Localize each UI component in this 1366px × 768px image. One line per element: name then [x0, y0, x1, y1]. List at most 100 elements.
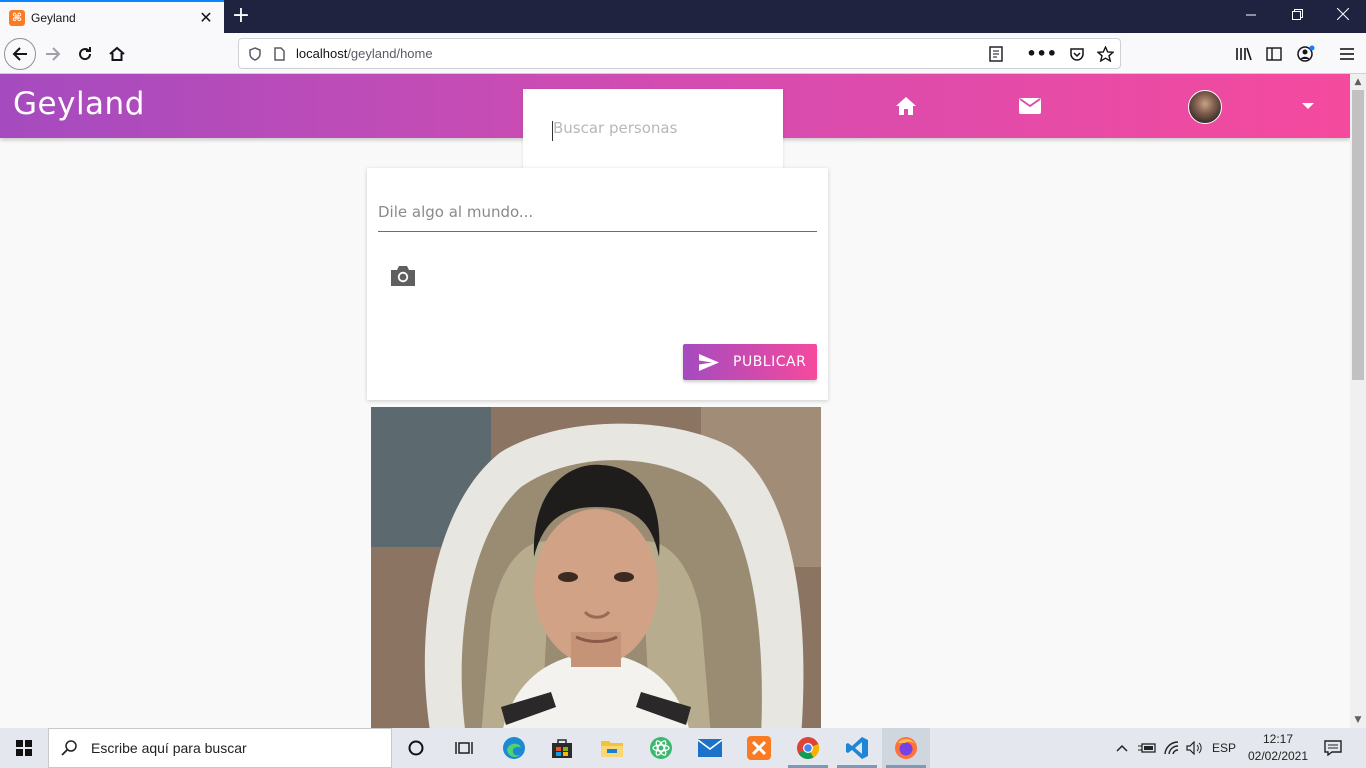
wifi-icon — [1164, 741, 1179, 755]
restore-icon — [1291, 9, 1303, 20]
reload-icon — [79, 47, 92, 61]
account-icon — [1297, 45, 1315, 62]
tab-title: Geyland — [31, 10, 76, 25]
windows-taskbar: Escribe aquí para buscar ESP 12:17 02/02… — [0, 728, 1366, 768]
messages-nav-button[interactable] — [1018, 94, 1042, 118]
notifications-icon — [1324, 740, 1342, 756]
library-button[interactable] — [1227, 38, 1259, 70]
post-composer-card: PUBLICAR — [367, 168, 828, 400]
people-search-box[interactable] — [523, 89, 783, 175]
windows-logo-icon — [16, 740, 32, 756]
url-text: localhost/geyland/home — [296, 46, 433, 61]
firefox-icon — [895, 737, 917, 759]
sidebar-button[interactable] — [1258, 38, 1290, 70]
profile-avatar[interactable] — [1188, 90, 1222, 124]
show-hidden-icons-button[interactable] — [1114, 728, 1130, 768]
start-button[interactable] — [0, 728, 48, 768]
action-center-button[interactable] — [1318, 728, 1348, 768]
sidebar-icon — [1266, 47, 1282, 61]
battery-tray-button[interactable] — [1136, 728, 1158, 768]
taskbar-chrome[interactable] — [784, 728, 832, 768]
task-view-button[interactable] — [440, 728, 488, 768]
camera-icon — [391, 266, 415, 286]
more-actions-icon[interactable]: ••• — [1026, 44, 1057, 63]
reader-view-icon[interactable] — [988, 45, 1004, 62]
restore-window-button[interactable] — [1274, 0, 1320, 33]
scrollbar-thumb[interactable] — [1352, 90, 1364, 380]
brand-logo[interactable]: Geyland — [13, 86, 145, 122]
pocket-icon[interactable] — [1069, 46, 1085, 62]
add-photo-button[interactable] — [389, 264, 417, 290]
browser-nav-bar: localhost/geyland/home ••• — [0, 33, 1366, 74]
taskbar-atom[interactable] — [637, 728, 685, 768]
cortana-button[interactable] — [392, 728, 440, 768]
search-icon — [61, 740, 77, 756]
forward-button[interactable] — [37, 38, 69, 70]
selfie-photo — [371, 407, 821, 728]
edge-icon — [503, 737, 525, 759]
browser-tab[interactable]: ⌘ Geyland ✕ — [0, 0, 224, 33]
text-caret — [552, 121, 553, 141]
taskbar-search-placeholder: Escribe aquí para buscar — [91, 740, 247, 756]
home-nav-button[interactable] — [894, 94, 918, 118]
arrow-right-icon — [46, 47, 61, 61]
account-dropdown-button[interactable] — [1298, 98, 1318, 114]
chevron-up-icon — [1116, 744, 1128, 752]
people-search-input[interactable] — [553, 119, 773, 137]
taskbar-vscode[interactable] — [833, 728, 881, 768]
chrome-icon — [797, 737, 820, 759]
minimize-window-button[interactable] — [1228, 0, 1274, 33]
scroll-down-icon[interactable]: ▼ — [1350, 712, 1366, 728]
mail-icon — [698, 739, 722, 757]
speaker-icon — [1186, 741, 1202, 755]
task-view-icon — [455, 742, 473, 754]
back-button[interactable] — [4, 38, 36, 70]
reload-button[interactable] — [69, 38, 101, 70]
mail-icon — [1019, 98, 1041, 114]
taskbar-search[interactable]: Escribe aquí para buscar — [48, 728, 392, 768]
hamburger-menu-icon — [1340, 48, 1354, 60]
close-icon — [1336, 7, 1350, 21]
folder-icon — [601, 741, 623, 757]
account-button[interactable] — [1290, 38, 1322, 70]
post-image[interactable] — [371, 407, 821, 728]
input-language[interactable]: ESP — [1208, 728, 1240, 768]
vscode-icon — [846, 737, 868, 759]
taskbar-file-explorer[interactable] — [588, 728, 636, 768]
post-text-input[interactable] — [378, 192, 817, 232]
home-icon — [109, 46, 125, 61]
publish-button[interactable]: PUBLICAR — [683, 344, 817, 380]
taskbar-edge[interactable] — [490, 728, 538, 768]
new-tab-button[interactable]: + — [228, 3, 254, 29]
clock-time: 12:17 — [1262, 732, 1294, 746]
taskbar-firefox[interactable] — [882, 728, 930, 768]
arrow-left-icon — [12, 47, 27, 61]
url-bar[interactable]: localhost/geyland/home ••• — [238, 38, 1121, 69]
atom-icon — [650, 737, 672, 759]
browser-tab-strip: ⌘ Geyland ✕ + — [0, 0, 1366, 33]
caret-down-icon — [1302, 103, 1314, 109]
store-icon — [552, 739, 572, 758]
scroll-up-icon[interactable]: ▲ — [1350, 74, 1366, 90]
tab-close-icon[interactable]: ✕ — [192, 8, 220, 27]
close-window-button[interactable] — [1320, 0, 1366, 33]
taskbar-xampp[interactable] — [735, 728, 783, 768]
xampp-icon — [747, 736, 771, 760]
minimize-icon — [1246, 14, 1256, 16]
taskbar-clock[interactable]: 12:17 02/02/2021 — [1244, 731, 1312, 765]
library-icon — [1235, 47, 1252, 61]
volume-tray-button[interactable] — [1184, 728, 1206, 768]
bookmark-star-icon[interactable] — [1097, 45, 1114, 62]
home-button[interactable] — [101, 38, 133, 70]
page-info-icon[interactable] — [272, 46, 286, 61]
taskbar-mail[interactable] — [686, 728, 734, 768]
battery-plug-icon — [1138, 743, 1156, 753]
page-scrollbar[interactable]: ▲ ▼ — [1350, 74, 1366, 728]
menu-button[interactable] — [1331, 38, 1363, 70]
wifi-tray-button[interactable] — [1161, 728, 1183, 768]
clock-date: 02/02/2021 — [1247, 749, 1309, 763]
taskbar-store[interactable] — [538, 728, 586, 768]
send-icon — [699, 353, 719, 371]
shield-icon[interactable] — [248, 46, 262, 61]
cortana-icon — [408, 740, 424, 756]
